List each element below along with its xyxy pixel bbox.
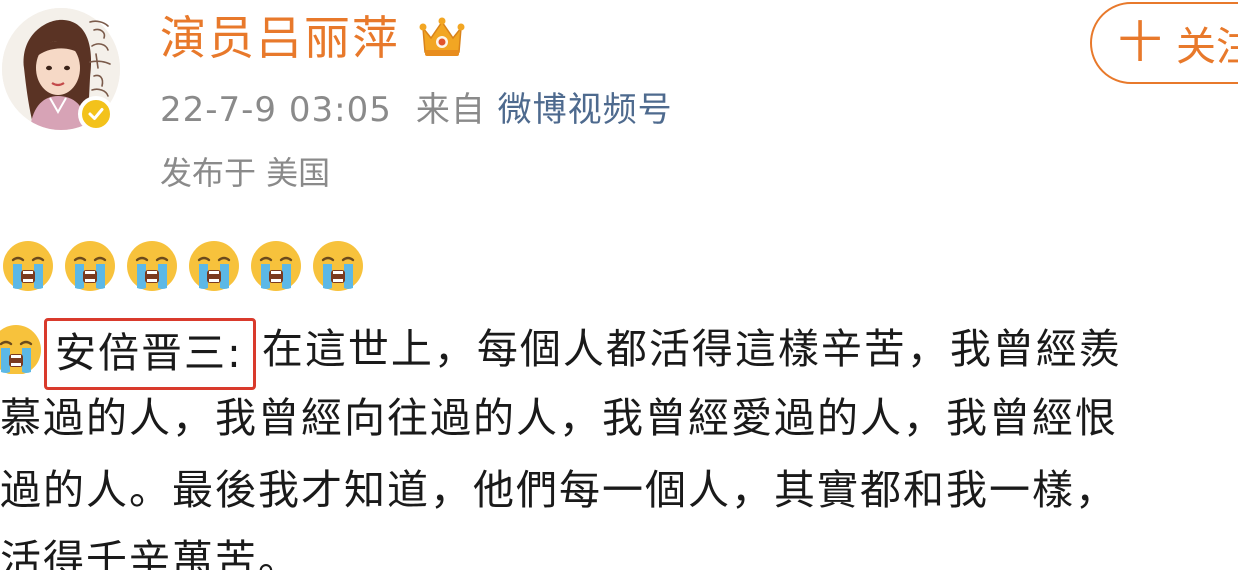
body-line: 活得千辛萬苦。 [0, 536, 301, 570]
crying-face-icon [0, 322, 44, 374]
body-text: 在這世上，每個人都活得這樣辛苦，我曾經羨 [261, 325, 1122, 373]
crying-face-icon [124, 238, 180, 294]
crying-face-icon [0, 238, 56, 294]
body-line: 過的人。最後我才知道，他們每一個人，其實都和我一樣， [0, 466, 1118, 514]
follow-button[interactable]: 十 关注 [1090, 2, 1238, 84]
weibo-post: 演员吕丽萍 十 关注 22-7-9 03:05 来自 微博视频号 发布于 美国 安… [0, 0, 1238, 570]
crying-face-icon [310, 238, 366, 294]
crying-face-icon [248, 238, 304, 294]
timestamp: 22-7-9 03:05 [160, 90, 392, 130]
crown-badge-icon [417, 14, 467, 60]
post-meta: 22-7-9 03:05 来自 微博视频号 [160, 86, 673, 134]
follow-label: 关注 [1176, 24, 1238, 70]
highlighted-quote-attribution: 安倍晋三: [44, 318, 256, 390]
plus-icon: 十 [1118, 17, 1162, 68]
username[interactable]: 演员吕丽萍 [160, 8, 400, 68]
crying-face-icon [186, 238, 242, 294]
from-label: 来自 [415, 90, 486, 130]
body-line: 慕過的人，我曾經向往過的人，我曾經愛過的人，我曾經恨 [0, 394, 1118, 442]
avatar-signature-calligraphy [89, 20, 111, 97]
emoji-row [0, 238, 366, 296]
post-location: 发布于 美国 [160, 154, 331, 192]
crying-face-icon [62, 238, 118, 294]
verified-badge-icon [78, 96, 114, 132]
body-line: 安倍晋三: 在這世上，每個人都活得這樣辛苦，我曾經羨 [0, 314, 1122, 390]
source-link[interactable]: 微博视频号 [498, 90, 673, 130]
